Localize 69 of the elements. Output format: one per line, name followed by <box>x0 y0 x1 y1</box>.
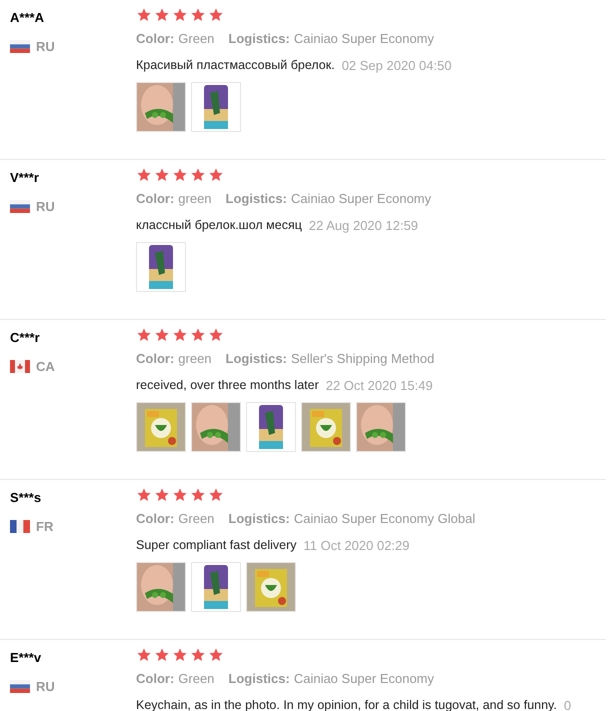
logistics-label: Logistics: <box>228 510 290 528</box>
star-icon <box>208 167 224 183</box>
logistics-label: Logistics: <box>226 350 287 368</box>
star-icon <box>208 487 224 503</box>
color-label: Color: <box>136 30 174 48</box>
color-label: Color: <box>136 670 174 688</box>
country-code: CA <box>36 358 55 376</box>
star-icon <box>154 167 170 183</box>
logistics-value: Cainiao Super Economy <box>294 30 434 48</box>
review-text: Красивый пластмассовый брелок. <box>136 56 335 74</box>
review-text: received, over three months later <box>136 376 319 394</box>
star-icon <box>136 7 152 23</box>
color-value: Green <box>178 670 214 688</box>
star-icon <box>172 647 188 663</box>
country-code: RU <box>36 198 55 216</box>
star-icon <box>190 167 206 183</box>
color-value: Green <box>178 510 214 528</box>
color-label: Color: <box>136 350 174 368</box>
logistics-value: Cainiao Super Economy Global <box>294 510 476 528</box>
logistics-value: Seller's Shipping Method <box>290 350 434 368</box>
flag-icon <box>10 200 30 213</box>
star-icon <box>208 327 224 343</box>
logistics-label: Logistics: <box>226 190 287 208</box>
star-icon <box>190 487 206 503</box>
star-icon <box>136 327 152 343</box>
country-code: RU <box>36 678 55 696</box>
user-name: S***s <box>10 489 42 507</box>
review-date: 11 Oct 2020 02:29 <box>304 536 410 554</box>
country-code: RU <box>36 38 55 56</box>
star-icon <box>172 7 188 23</box>
logistics-value: Cainiao Super Economy <box>290 190 432 208</box>
color-label: Color: <box>136 190 174 208</box>
user-name: E***v <box>10 649 42 667</box>
review-text: Super compliant fast delivery <box>136 536 296 554</box>
star-icon <box>172 327 188 343</box>
review-date: 22 Aug 2020 12:59 <box>308 216 418 235</box>
logistics-label: Logistics: <box>228 30 290 48</box>
user-name: V***r <box>10 169 39 187</box>
star-icon <box>154 647 170 663</box>
user-name: A***A <box>10 9 44 27</box>
star-icon <box>154 7 170 23</box>
country-code: FR <box>36 518 54 536</box>
color-value: green <box>178 190 212 208</box>
flag-icon <box>10 680 30 693</box>
star-icon <box>190 7 206 23</box>
user-name: C***r <box>10 329 40 347</box>
review-date: 02 Sep 2020 04:50 <box>342 56 452 75</box>
color-value: green <box>178 350 212 368</box>
star-icon <box>190 647 206 663</box>
star-icon <box>154 327 170 343</box>
color-value: Green <box>178 30 214 48</box>
star-icon <box>154 487 170 503</box>
star-icon <box>136 647 152 663</box>
flag-icon <box>10 40 30 53</box>
star-icon <box>172 487 188 503</box>
review-date: 22 Oct 2020 15:49 <box>326 376 433 394</box>
star-icon <box>208 7 224 23</box>
review-date: 0 <box>564 696 572 711</box>
flag-icon <box>10 360 30 373</box>
flag-icon <box>10 520 30 533</box>
color-label: Color: <box>136 510 174 528</box>
logistics-label: Logistics: <box>228 670 290 688</box>
star-icon <box>208 647 224 663</box>
review-text: классный брелок.шол месяц <box>136 216 302 234</box>
star-icon <box>172 167 188 183</box>
logistics-value: Cainiao Super Economy <box>294 670 434 688</box>
star-icon <box>190 327 206 343</box>
star-icon <box>136 167 152 183</box>
star-icon <box>136 487 152 503</box>
